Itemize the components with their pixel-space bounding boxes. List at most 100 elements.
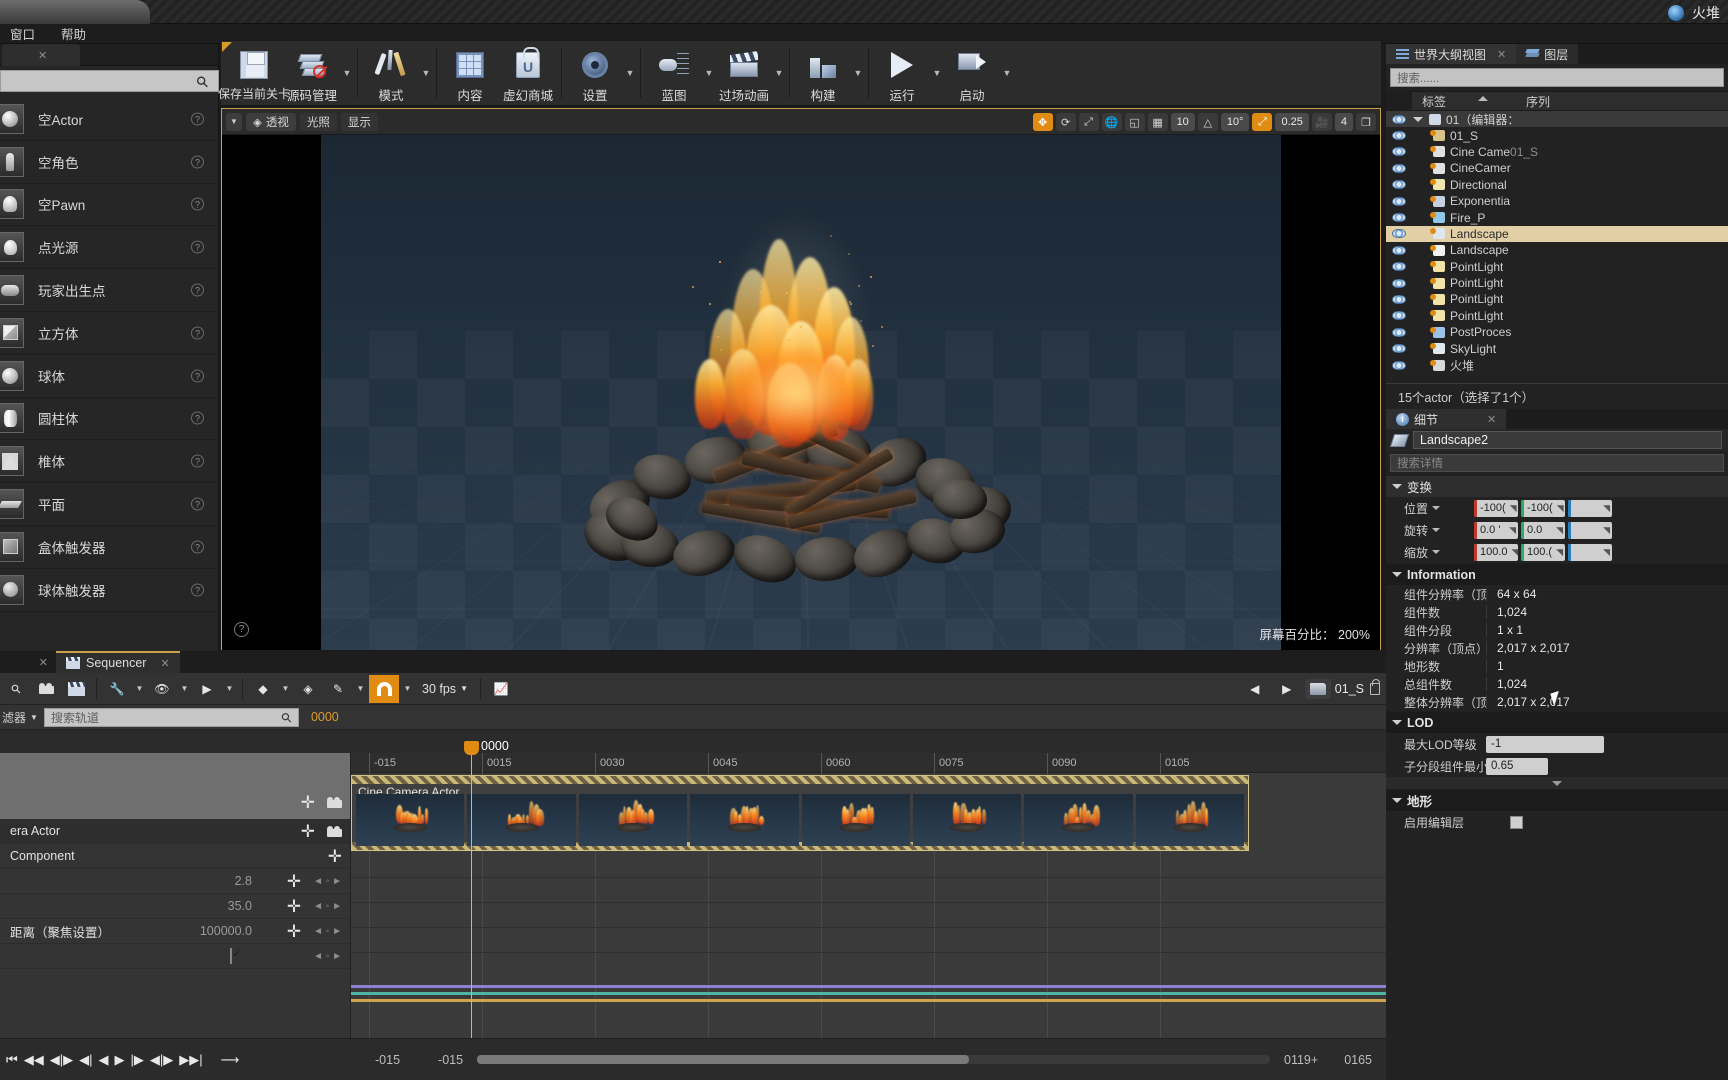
- track-row-component[interactable]: Component ✛: [0, 844, 350, 869]
- timeline-ruler[interactable]: -015 0015 0030 0045 0060 0075 0090 0105: [351, 753, 1386, 773]
- prev-frame-icon[interactable]: ◀|: [79, 1052, 92, 1068]
- camera-icon[interactable]: [327, 826, 342, 837]
- terrain-edit-layers-checkbox[interactable]: [1510, 816, 1523, 829]
- placement-item-9[interactable]: 椎体?: [0, 440, 218, 483]
- frame-rate-selector[interactable]: 30 fps ▼: [416, 675, 474, 703]
- track-row-checkbox[interactable]: ◄ ◦ ►: [0, 944, 350, 969]
- playback-range-end[interactable]: 0165: [1344, 1053, 1372, 1067]
- add-track-icon[interactable]: ✛: [301, 794, 315, 811]
- clapperboard-icon[interactable]: [62, 675, 90, 703]
- visibility-toggle[interactable]: [1386, 131, 1412, 140]
- keyframe-interp-icon[interactable]: ◈: [294, 675, 322, 703]
- play-icon[interactable]: ▶: [114, 1052, 124, 1068]
- add-key-icon[interactable]: ✛: [287, 923, 301, 940]
- marketplace-button[interactable]: U 虚幻商城: [499, 42, 557, 104]
- placement-search-input[interactable]: ⚲: [0, 70, 219, 92]
- tab-layers[interactable]: 图层: [1516, 44, 1578, 64]
- transform-x-field[interactable]: -100(◥: [1474, 500, 1518, 517]
- maximize-viewport-icon[interactable]: ❐: [1356, 113, 1376, 131]
- outliner-row-14[interactable]: PostProces: [1386, 324, 1728, 340]
- build-button[interactable]: 构建: [794, 42, 852, 104]
- placement-item-10[interactable]: 平面?: [0, 483, 218, 526]
- placement-item-6[interactable]: 立方体?: [0, 312, 218, 355]
- chevron-down-icon[interactable]: ▼: [223, 675, 236, 703]
- track-row-property-2[interactable]: 35.0 ✛ ◄ ◦ ►: [0, 894, 350, 919]
- transform-scale-icon[interactable]: ⤢: [1079, 113, 1099, 131]
- range-start-time[interactable]: -015: [375, 1053, 400, 1067]
- browse-sequence-icon[interactable]: [1305, 679, 1331, 699]
- help-icon[interactable]: ?: [191, 455, 204, 468]
- source-control-button[interactable]: 源码管理: [283, 42, 341, 104]
- chevron-down-icon[interactable]: ▼: [1001, 42, 1013, 104]
- visibility-toggle[interactable]: [1386, 229, 1412, 238]
- save-current-level-button[interactable]: 保存当前关卡: [225, 42, 283, 104]
- menu-item-help[interactable]: 帮助: [57, 23, 90, 44]
- play-button[interactable]: 运行: [873, 42, 931, 104]
- close-icon[interactable]: ✕: [38, 49, 47, 62]
- loop-icon[interactable]: ⟶: [221, 1052, 240, 1068]
- viewport-options-icon[interactable]: ▼: [226, 113, 242, 131]
- visibility-toggle[interactable]: [1386, 180, 1412, 189]
- help-icon[interactable]: ?: [191, 412, 204, 425]
- close-icon[interactable]: ✕: [39, 656, 48, 669]
- transform-z-field[interactable]: ◥: [1568, 544, 1612, 561]
- help-icon[interactable]: ?: [191, 583, 204, 596]
- help-icon[interactable]: ?: [191, 284, 204, 297]
- outliner-row-15[interactable]: SkyLight: [1386, 340, 1728, 356]
- grid-snap-icon[interactable]: ▦: [1148, 113, 1168, 131]
- scroll-down-icon[interactable]: [1386, 777, 1728, 789]
- tab-sequencer[interactable]: Sequencer ✕: [56, 651, 180, 673]
- camera-icon[interactable]: [327, 797, 342, 808]
- playback-options-icon[interactable]: ▶: [193, 675, 221, 703]
- outliner-list[interactable]: 01（编辑器： 01_S Cine Came01_S CineCamer Directi…: [1386, 111, 1728, 375]
- visibility-toggle[interactable]: [1386, 279, 1412, 288]
- curve-editor-icon[interactable]: ✎: [324, 675, 352, 703]
- outliner-row-6[interactable]: Exponentia: [1386, 193, 1728, 209]
- camera-cut-section[interactable]: Cine Camera Actor: [351, 775, 1249, 851]
- next-key-icon[interactable]: ◀|▶: [150, 1052, 173, 1068]
- visibility-toggle[interactable]: [1386, 197, 1412, 206]
- viewport-show-chip[interactable]: 显示: [341, 113, 378, 131]
- placement-item-12[interactable]: 球体触发器?: [0, 569, 218, 612]
- section-transform[interactable]: 变换: [1386, 475, 1728, 497]
- actor-name-field[interactable]: [1413, 431, 1722, 449]
- viewport-perspective-chip[interactable]: ◈ 透视: [246, 113, 296, 131]
- keyframe-icon[interactable]: ◆: [249, 675, 277, 703]
- visibility-toggle[interactable]: [1386, 213, 1412, 222]
- key-nav[interactable]: ◄ ◦ ►: [313, 901, 342, 912]
- placement-item-11[interactable]: 盒体触发器?: [0, 526, 218, 569]
- scale-snap-icon[interactable]: ⤢: [1252, 113, 1272, 131]
- modes-button[interactable]: 模式: [362, 42, 420, 104]
- chevron-down-icon[interactable]: ▼: [852, 42, 864, 104]
- search-icon[interactable]: ⚲: [0, 669, 36, 709]
- help-icon[interactable]: ?: [191, 540, 204, 553]
- settings-button[interactable]: 设置: [566, 42, 624, 104]
- placement-item-5[interactable]: 玩家出生点?: [0, 269, 218, 312]
- range-end-time[interactable]: -015: [438, 1053, 463, 1067]
- close-icon[interactable]: ✕: [160, 657, 169, 670]
- filter-dropdown[interactable]: 滤器 ▼: [2, 709, 38, 726]
- snapping-toggle[interactable]: [369, 675, 399, 703]
- scale-snap-value[interactable]: 0.25: [1275, 113, 1308, 131]
- track-row-focus-distance[interactable]: 距离（聚焦设置） 100000.0 ✛ ◄ ◦ ►: [0, 919, 350, 944]
- lod-value-field[interactable]: -1: [1486, 736, 1604, 753]
- placement-item-1[interactable]: 空Actor?: [0, 98, 218, 141]
- surface-snap-icon[interactable]: ◱: [1125, 113, 1145, 131]
- expand-twisty[interactable]: [1412, 117, 1424, 122]
- transform-x-field[interactable]: 100.0 ◥: [1474, 544, 1518, 561]
- outliner-row-7[interactable]: Fire_P: [1386, 209, 1728, 225]
- chevron-down-icon[interactable]: ▼: [931, 42, 943, 104]
- help-icon[interactable]: ?: [191, 498, 204, 511]
- add-track-icon[interactable]: ✛: [301, 823, 315, 840]
- key-nav[interactable]: ◄ ◦ ►: [313, 876, 342, 887]
- camera-speed-icon[interactable]: 🎥: [1312, 113, 1332, 131]
- help-icon[interactable]: ?: [191, 241, 204, 254]
- nav-forward-icon[interactable]: ▶: [1273, 675, 1301, 703]
- chevron-down-icon[interactable]: ▼: [178, 675, 191, 703]
- chevron-down-icon[interactable]: ▼: [341, 42, 353, 104]
- outliner-row-8[interactable]: Landscape: [1386, 226, 1728, 242]
- transform-y-field[interactable]: 0.0 ◥: [1521, 522, 1565, 539]
- lod-value-field[interactable]: 0.65: [1486, 758, 1548, 775]
- visibility-toggle[interactable]: [1386, 295, 1412, 304]
- placement-item-4[interactable]: 点光源?: [0, 226, 218, 269]
